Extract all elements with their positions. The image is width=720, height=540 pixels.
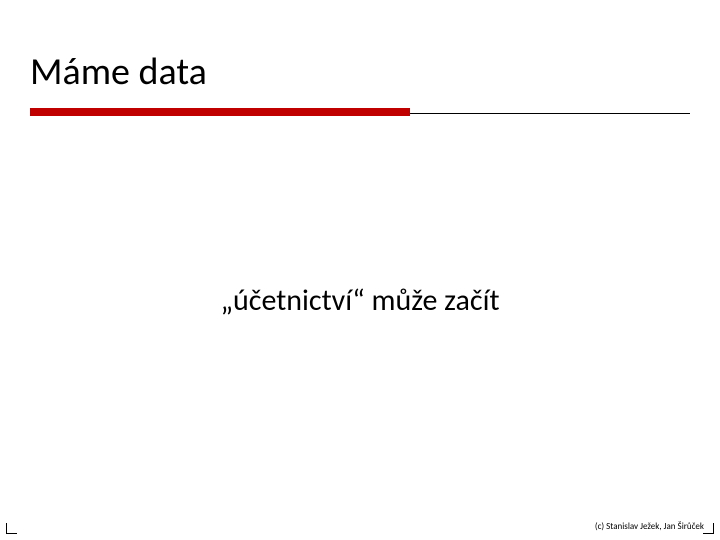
corner-decor-bl [6,523,17,534]
title-block: Máme data [30,50,690,96]
slide-subtitle: „účetnictví“ může začít [0,282,720,319]
footer-credit: (c) Stanislav Ježek, Jan Širůček [595,521,704,532]
title-rule [30,108,690,118]
corner-decor-br [703,523,714,534]
slide-title: Máme data [30,50,690,96]
slide: Máme data „účetnictví“ může začít (c) St… [0,0,720,540]
rule-accent [30,108,410,116]
